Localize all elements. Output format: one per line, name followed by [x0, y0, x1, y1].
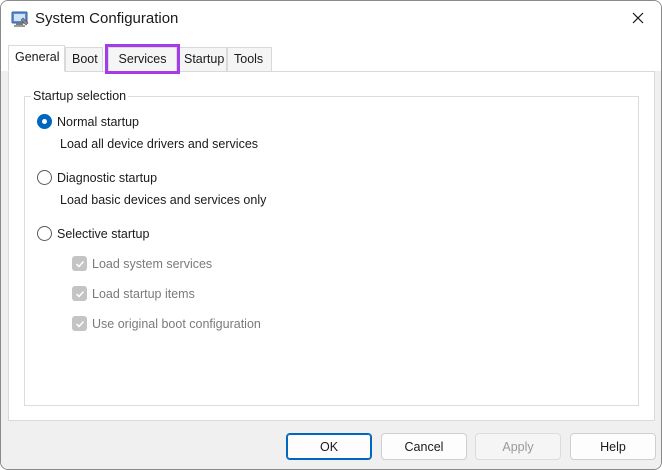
- use-original-boot-config-checkbox: Use original boot configuration: [72, 316, 261, 331]
- normal-startup-radio[interactable]: Normal startup: [37, 114, 139, 129]
- diagnostic-startup-description: Load basic devices and services only: [60, 193, 267, 207]
- tab-boot[interactable]: Boot: [65, 47, 103, 71]
- selective-startup-radio[interactable]: Selective startup: [37, 226, 149, 241]
- tab-services[interactable]: Services: [105, 44, 180, 74]
- load-system-services-checkbox: Load system services: [72, 256, 212, 271]
- general-tab-panel: Startup selection Normal startup Load al…: [8, 71, 655, 421]
- tab-startup[interactable]: Startup: [177, 47, 227, 71]
- load-startup-items-label: Load startup items: [92, 286, 195, 301]
- use-original-boot-config-label: Use original boot configuration: [92, 316, 261, 331]
- checkmark-icon: [75, 260, 84, 268]
- normal-startup-description: Load all device drivers and services: [60, 137, 259, 151]
- load-startup-items-checkbox: Load startup items: [72, 286, 195, 301]
- diagnostic-startup-radio[interactable]: Diagnostic startup: [37, 170, 157, 185]
- checkmark-icon: [75, 290, 84, 298]
- apply-button[interactable]: Apply: [475, 433, 561, 460]
- system-config-icon: [10, 9, 30, 29]
- radio-button[interactable]: [37, 170, 52, 185]
- diagnostic-startup-label[interactable]: Diagnostic startup: [57, 171, 157, 185]
- checkbox-disabled-checked: [72, 286, 87, 301]
- radio-button[interactable]: [37, 226, 52, 241]
- close-button[interactable]: [615, 1, 661, 37]
- tab-general[interactable]: General: [8, 45, 65, 72]
- checkbox-disabled-checked: [72, 256, 87, 271]
- window-title: System Configuration: [35, 10, 179, 27]
- startup-selection-label: Startup selection: [31, 89, 129, 103]
- cancel-button[interactable]: Cancel: [381, 433, 467, 460]
- title-bar: System Configuration: [1, 1, 661, 39]
- checkbox-disabled-checked: [72, 316, 87, 331]
- radio-button-checked[interactable]: [37, 114, 52, 129]
- ok-button[interactable]: OK: [286, 433, 372, 460]
- close-icon: [632, 12, 644, 27]
- help-button[interactable]: Help: [570, 433, 656, 460]
- tab-tools[interactable]: Tools: [227, 47, 272, 71]
- normal-startup-label[interactable]: Normal startup: [57, 115, 139, 129]
- checkmark-icon: [75, 320, 84, 328]
- load-system-services-label: Load system services: [92, 256, 213, 271]
- system-configuration-window: System Configuration General Boot Servic…: [0, 0, 662, 470]
- selective-startup-label[interactable]: Selective startup: [57, 227, 149, 241]
